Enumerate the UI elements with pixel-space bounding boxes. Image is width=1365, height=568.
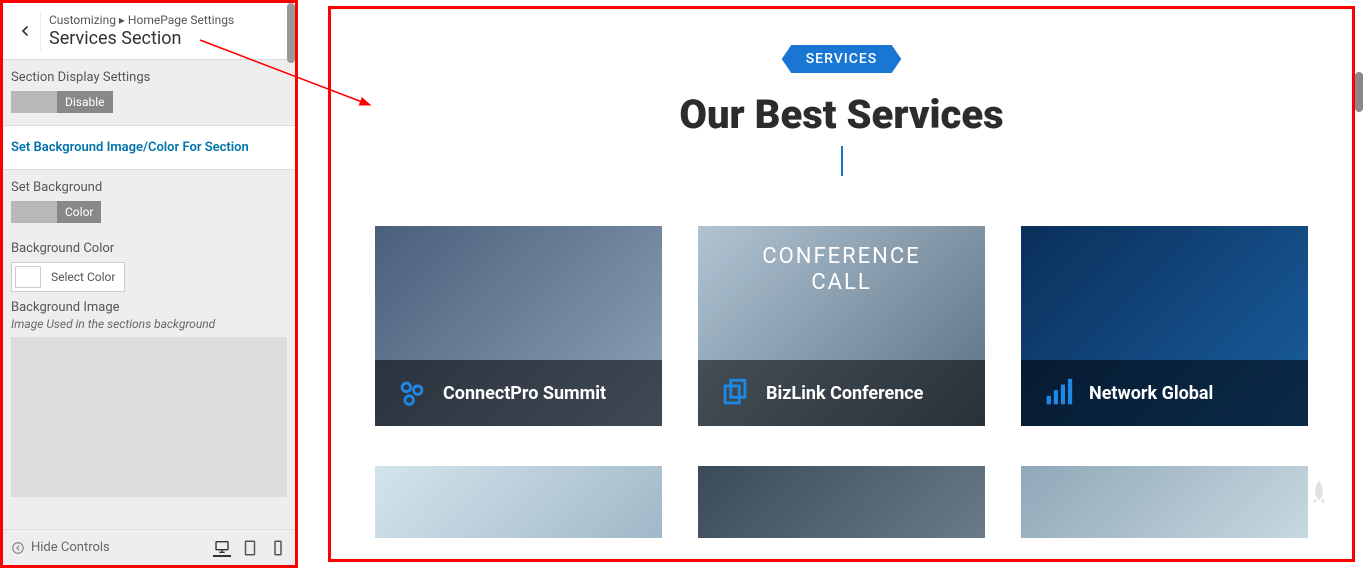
customizer-sidebar: Customizing ▸ HomePage Settings Services…: [0, 0, 298, 568]
card-title: ConnectPro Summit: [443, 383, 606, 404]
display-settings-block: Section Display Settings Disable: [3, 60, 295, 126]
color-swatch: [15, 266, 41, 288]
sidebar-footer: Hide Controls: [3, 529, 295, 565]
service-card[interactable]: [698, 466, 985, 538]
bg-color-label: Background Color: [11, 241, 287, 256]
hide-controls-button[interactable]: Hide Controls: [11, 540, 110, 555]
desktop-icon[interactable]: [213, 539, 231, 557]
color-picker[interactable]: Select Color: [11, 262, 125, 292]
service-card[interactable]: [1021, 466, 1308, 538]
display-label: Section Display Settings: [11, 70, 287, 85]
service-card[interactable]: Network Global: [1021, 226, 1308, 426]
title-underline: [841, 146, 843, 176]
tablet-icon[interactable]: [241, 539, 259, 557]
card-bg-text: CONFERENCECALL: [698, 244, 985, 297]
display-toggle-button[interactable]: Disable: [57, 91, 113, 113]
preview-title: Our Best Services: [371, 91, 1312, 138]
section-title: Services Section: [49, 28, 234, 49]
service-cards-row-2: [371, 466, 1312, 538]
copy-icon: [718, 376, 752, 410]
preview-pane: SERVICES Our Best Services ConnectPro Su…: [328, 6, 1355, 562]
bg-image-label: Background Image: [11, 300, 287, 315]
service-cards-row: ConnectPro Summit CONFERENCECALL BizLink…: [371, 226, 1312, 426]
bg-image-placeholder[interactable]: [11, 337, 287, 497]
mobile-icon[interactable]: [269, 539, 287, 557]
bg-image-desc: Image Used in the sections background: [11, 317, 287, 331]
services-badge: SERVICES: [782, 45, 902, 73]
service-card[interactable]: ConnectPro Summit: [375, 226, 662, 426]
card-title: BizLink Conference: [766, 383, 923, 404]
preview-scrollbar[interactable]: [1355, 72, 1363, 112]
select-color-button[interactable]: Select Color: [45, 267, 121, 287]
scroll-top-rocket-icon[interactable]: [1304, 475, 1334, 511]
collapse-icon: [11, 541, 25, 555]
set-bg-link[interactable]: Set Background Image/Color For Section: [3, 126, 295, 170]
service-card[interactable]: CONFERENCECALL BizLink Conference: [698, 226, 985, 426]
gear-icon: [395, 376, 429, 410]
breadcrumb: Customizing ▸ HomePage Settings: [49, 13, 234, 29]
chevron-left-icon: [17, 23, 33, 39]
sidebar-scrollbar[interactable]: [287, 3, 295, 63]
hide-controls-label: Hide Controls: [31, 540, 110, 555]
bg-toggle-button[interactable]: Color: [57, 201, 101, 223]
display-toggle-track[interactable]: [11, 91, 57, 113]
bg-toggle-track[interactable]: [11, 201, 57, 223]
card-title: Network Global: [1089, 383, 1213, 404]
set-bg-label: Set Background: [11, 180, 287, 195]
service-card[interactable]: [375, 466, 662, 538]
bar-chart-icon: [1041, 376, 1075, 410]
sidebar-header: Customizing ▸ HomePage Settings Services…: [3, 3, 295, 60]
device-buttons: [213, 539, 287, 557]
back-button[interactable]: [9, 11, 41, 51]
